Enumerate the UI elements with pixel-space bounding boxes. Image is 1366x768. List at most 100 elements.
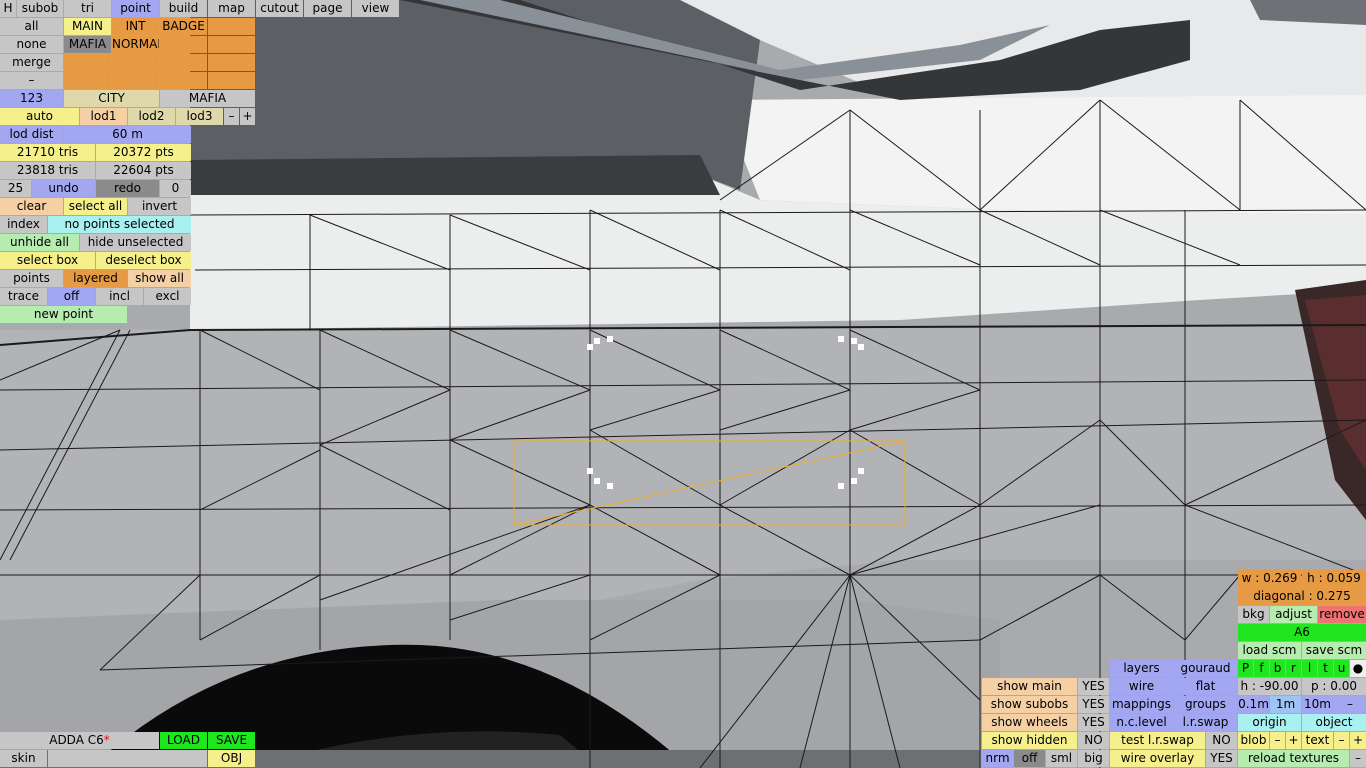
text-plus-button[interactable]: +	[1350, 732, 1366, 749]
step-10m-button[interactable]: 10m	[1302, 696, 1333, 713]
dash-button[interactable]: –	[0, 72, 63, 89]
big-button[interactable]: big	[1078, 750, 1109, 767]
clear-button[interactable]: clear	[0, 198, 63, 215]
tab-build[interactable]: build	[160, 0, 207, 17]
gouraud-button[interactable]: gouraud	[1174, 660, 1237, 677]
blob-minus-button[interactable]: –	[1270, 732, 1285, 749]
adjust-button[interactable]: adjust	[1270, 606, 1317, 623]
text-button[interactable]: text	[1302, 732, 1333, 749]
lod-dist-value[interactable]: 60 m	[64, 126, 191, 143]
trace-off-button[interactable]: off	[48, 288, 95, 305]
origin-button[interactable]: origin	[1238, 714, 1301, 731]
page-123-button[interactable]: 123	[0, 90, 63, 107]
hide-unselected-button[interactable]: hide unselected	[80, 234, 191, 251]
unhide-all-button[interactable]: unhide all	[0, 234, 79, 251]
lr-swap-button[interactable]: l.r.swap	[1174, 714, 1237, 731]
mappings-button[interactable]: mappings	[1110, 696, 1173, 713]
show-hidden-value[interactable]: NO	[1078, 732, 1109, 749]
invert-button[interactable]: invert	[128, 198, 191, 215]
group-empty-10[interactable]	[160, 72, 207, 89]
tab-cutout[interactable]: cutout	[256, 0, 303, 17]
lod1-button[interactable]: lod1	[80, 108, 127, 125]
step-1m-button[interactable]: 1m	[1270, 696, 1301, 713]
group-empty-3[interactable]	[208, 36, 255, 53]
blob-plus-button[interactable]: +	[1286, 732, 1301, 749]
group-empty-7[interactable]	[208, 54, 255, 71]
tab-subob[interactable]: subob	[17, 0, 63, 17]
group-empty-2[interactable]	[160, 36, 207, 53]
channel-f[interactable]: f	[1254, 660, 1269, 677]
step-minus-button[interactable]: –	[1334, 696, 1366, 713]
trace-excl-button[interactable]: excl	[144, 288, 191, 305]
test-lr-swap-toggle[interactable]: test l.r.swap	[1110, 732, 1205, 749]
object-button[interactable]: object	[1302, 714, 1366, 731]
reload-minus-button[interactable]: –	[1350, 750, 1366, 767]
channel-u[interactable]: u	[1334, 660, 1349, 677]
test-lr-swap-value[interactable]: NO	[1206, 732, 1237, 749]
skin-field[interactable]	[48, 750, 207, 767]
trace-incl-button[interactable]: incl	[96, 288, 143, 305]
wire-overlay-value[interactable]: YES	[1206, 750, 1237, 767]
nc-level-button[interactable]: n.c.level	[1110, 714, 1173, 731]
group-empty-5[interactable]	[112, 54, 159, 71]
show-main-value[interactable]: YES	[1078, 678, 1109, 695]
flat-button[interactable]: flat	[1174, 678, 1237, 695]
reload-textures-button[interactable]: reload textures	[1238, 750, 1349, 767]
group-empty-4[interactable]	[64, 54, 111, 71]
merge-button[interactable]: merge	[0, 54, 63, 71]
bkg-button[interactable]: bkg	[1238, 606, 1269, 623]
select-box-button[interactable]: select box	[0, 252, 95, 269]
load-scm-button[interactable]: load scm	[1238, 642, 1301, 659]
obj-button[interactable]: OBJ	[208, 750, 255, 767]
save-button[interactable]: SAVE	[208, 732, 255, 749]
mafia-button[interactable]: MAFIA	[160, 90, 255, 107]
show-all-button[interactable]: show all	[128, 270, 191, 287]
channel-dot-icon[interactable]: ●	[1350, 660, 1366, 677]
off-button[interactable]: off	[1014, 750, 1045, 767]
points-button[interactable]: points	[0, 270, 63, 287]
group-all-button[interactable]: all	[0, 18, 63, 35]
channel-p[interactable]: P	[1238, 660, 1253, 677]
undo-button[interactable]: undo	[32, 180, 95, 197]
group-empty-11[interactable]	[208, 72, 255, 89]
show-main-toggle[interactable]: show main	[982, 678, 1077, 695]
lod-minus-button[interactable]: –	[224, 108, 239, 125]
lod2-button[interactable]: lod2	[128, 108, 175, 125]
group-int[interactable]: INT	[112, 18, 159, 35]
channel-r[interactable]: r	[1286, 660, 1301, 677]
lod-plus-button[interactable]: +	[240, 108, 255, 125]
new-point-button[interactable]: new point	[0, 306, 127, 323]
lod-auto-button[interactable]: auto	[0, 108, 79, 125]
groups-button[interactable]: groups	[1174, 696, 1237, 713]
group-none-button[interactable]: none	[0, 36, 63, 53]
group-empty-8[interactable]	[64, 72, 111, 89]
sml-button[interactable]: sml	[1046, 750, 1077, 767]
layers-button[interactable]: layers	[1110, 660, 1173, 677]
tab-page[interactable]: page	[304, 0, 351, 17]
lod3-button[interactable]: lod3	[176, 108, 223, 125]
show-hidden-toggle[interactable]: show hidden	[982, 732, 1077, 749]
show-wheels-toggle[interactable]: show wheels	[982, 714, 1077, 731]
tab-map[interactable]: map	[208, 0, 255, 17]
wire-overlay-toggle[interactable]: wire overlay	[1110, 750, 1205, 767]
nrm-button[interactable]: nrm	[982, 750, 1013, 767]
blob-button[interactable]: blob	[1238, 732, 1269, 749]
channel-b[interactable]: b	[1270, 660, 1285, 677]
channel-t[interactable]: t	[1318, 660, 1333, 677]
step-0-1m-button[interactable]: 0.1m	[1238, 696, 1269, 713]
group-empty-1[interactable]	[208, 18, 255, 35]
show-subobs-value[interactable]: YES	[1078, 696, 1109, 713]
text-minus-button[interactable]: –	[1334, 732, 1349, 749]
tab-point[interactable]: point	[112, 0, 159, 17]
deselect-box-button[interactable]: deselect box	[96, 252, 191, 269]
index-button[interactable]: index	[0, 216, 47, 233]
remove-button[interactable]: remove	[1318, 606, 1366, 623]
wire-button[interactable]: wire	[1110, 678, 1173, 695]
group-empty-9[interactable]	[112, 72, 159, 89]
select-all-button[interactable]: select all	[64, 198, 127, 215]
save-scm-button[interactable]: save scm	[1302, 642, 1366, 659]
city-button[interactable]: CITY	[64, 90, 159, 107]
group-mafia[interactable]: MAFIA	[64, 36, 111, 53]
show-wheels-value[interactable]: YES	[1078, 714, 1109, 731]
tab-view[interactable]: view	[352, 0, 399, 17]
